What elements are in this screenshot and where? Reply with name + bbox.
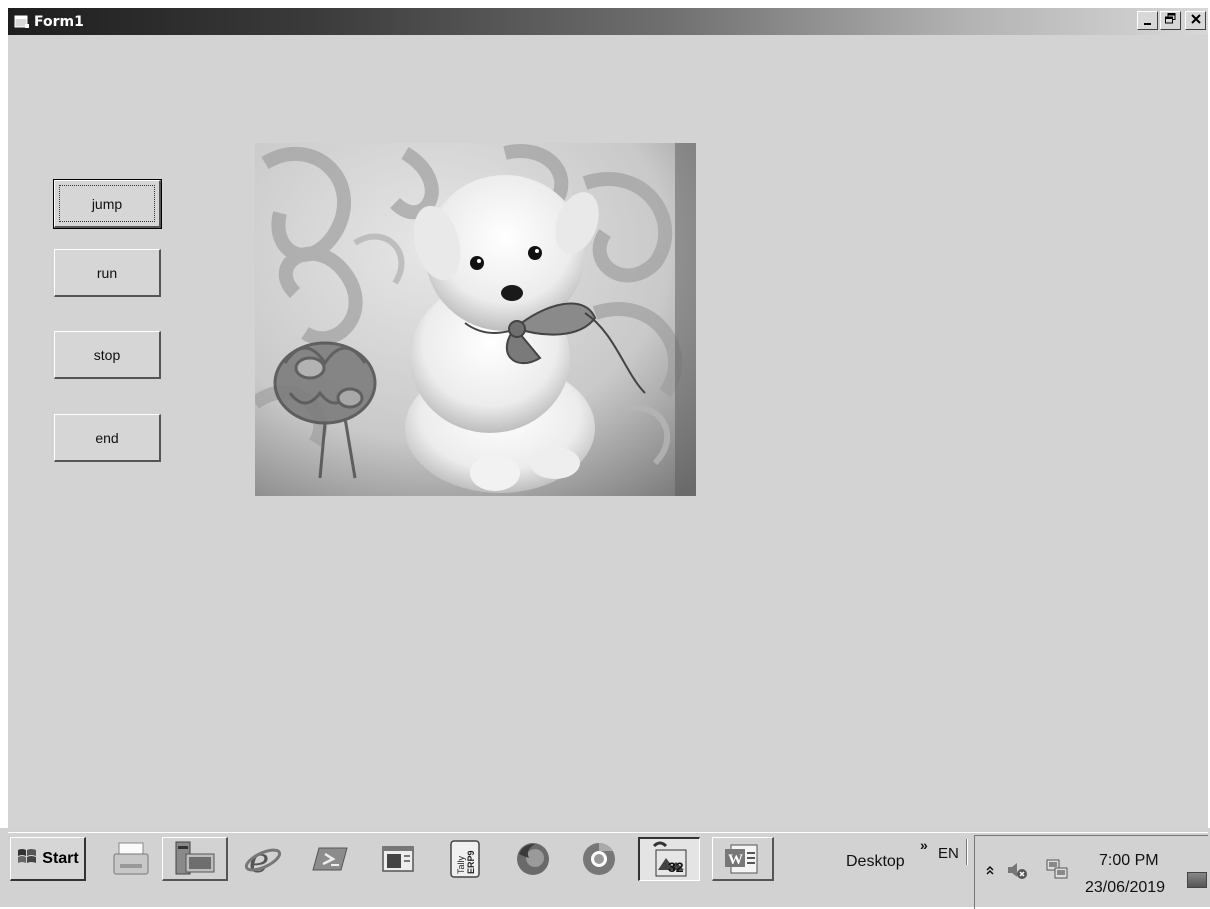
tally-erp-icon[interactable]: Tally ERP9 — [442, 837, 488, 881]
network-icon[interactable] — [1045, 858, 1071, 887]
volume-muted-icon[interactable] — [1005, 858, 1029, 887]
toolbar-chevron-icon[interactable]: » — [920, 837, 928, 853]
restore-icon — [1165, 13, 1176, 28]
tray-divider — [966, 839, 968, 865]
printer-icon[interactable] — [108, 837, 154, 881]
svg-text:W: W — [728, 852, 743, 868]
start-label: Start — [42, 849, 79, 867]
jump-button-label: jump — [91, 195, 123, 212]
window-app-icon[interactable] — [374, 837, 420, 881]
svg-text:ERP9: ERP9 — [466, 850, 476, 874]
end-button-label: end — [95, 429, 119, 446]
desktop-toolbar-label[interactable]: Desktop — [846, 853, 905, 871]
puppy-image — [255, 143, 696, 496]
word-icon[interactable]: W — [712, 837, 774, 881]
show-desktop-button[interactable] — [1187, 872, 1207, 888]
run-button-label: run — [96, 264, 118, 281]
svg-text:32: 32 — [668, 859, 684, 875]
internet-explorer-icon[interactable]: e — [240, 837, 286, 881]
language-indicator[interactable]: EN — [938, 845, 959, 862]
title-bar[interactable]: Form1 — [8, 8, 1208, 35]
svg-text:Tally: Tally — [456, 855, 466, 874]
vb-project-icon[interactable]: 32 — [638, 837, 700, 881]
end-button[interactable]: end — [54, 414, 161, 462]
start-button[interactable]: Start — [10, 837, 86, 881]
form-window: Form1 jump run stop end — [8, 8, 1208, 828]
window-title: Form1 — [34, 13, 84, 30]
run-button[interactable]: run — [54, 249, 161, 297]
windows-flag-icon — [16, 847, 38, 870]
clock-time[interactable]: 7:00 PM — [1099, 852, 1159, 870]
puppy-picture — [255, 143, 696, 496]
computer-icon[interactable] — [162, 837, 228, 881]
stop-button[interactable]: stop — [54, 331, 161, 379]
jump-button[interactable]: jump — [53, 179, 162, 229]
minimize-button[interactable] — [1137, 11, 1158, 30]
stop-button-label: stop — [93, 346, 121, 363]
system-tray: 7:00 PM 23/06/2019 — [974, 835, 1208, 909]
taskbar-inner: Start e Tally ERP9 32 W Desktop » EN 7:0… — [8, 832, 1208, 909]
powershell-icon[interactable] — [308, 837, 354, 881]
close-button[interactable] — [1185, 11, 1206, 30]
window-controls — [1137, 11, 1206, 30]
firefox-icon[interactable] — [510, 837, 556, 881]
form-icon[interactable] — [14, 15, 30, 29]
restore-button[interactable] — [1160, 11, 1181, 30]
tray-expand-icon[interactable] — [985, 864, 995, 878]
chrome-icon[interactable] — [576, 837, 622, 881]
minimize-icon — [1143, 15, 1153, 30]
close-icon — [1190, 13, 1201, 28]
clock-date[interactable]: 23/06/2019 — [1085, 879, 1165, 897]
taskbar: Start e Tally ERP9 32 W Desktop » EN 7:0… — [0, 828, 1210, 909]
